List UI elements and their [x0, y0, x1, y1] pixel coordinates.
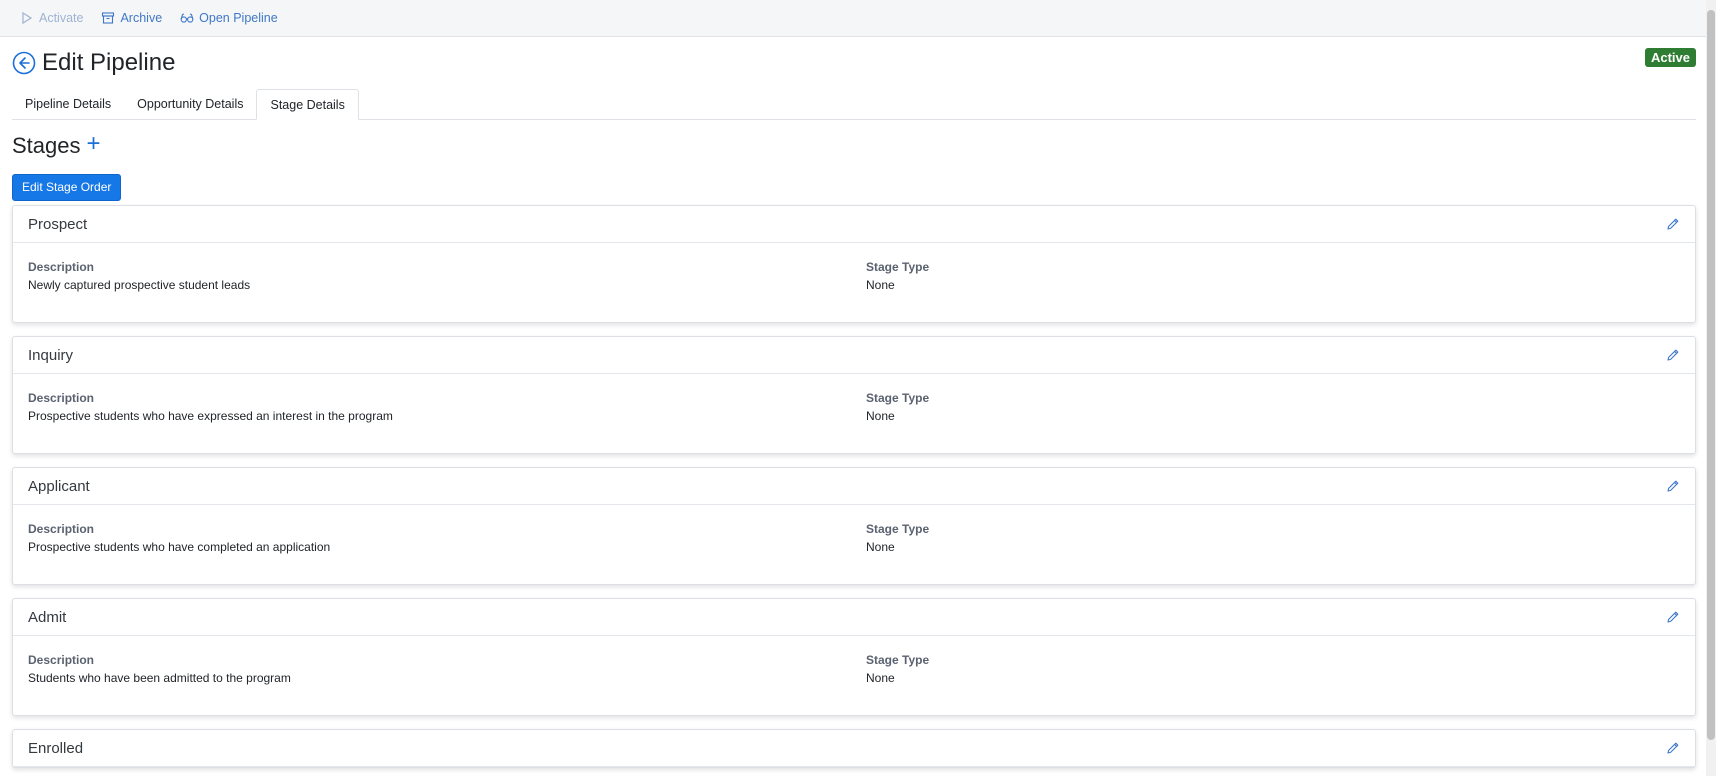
stage-name: Prospect — [28, 215, 88, 233]
stage-card: Prospect Description Newly captured pros… — [12, 205, 1696, 323]
description-field: Description Prospective students who hav… — [28, 522, 330, 554]
description-field: Description Prospective students who hav… — [28, 391, 393, 423]
stage-type-field: Stage Type None — [866, 522, 929, 554]
open-pipeline-label: Open Pipeline — [199, 11, 278, 25]
stage-card-header: Inquiry — [13, 337, 1695, 374]
stage-type-label: Stage Type — [866, 653, 930, 667]
description-label: Description — [28, 653, 95, 667]
stage-card: Admit Description Students who have been… — [12, 598, 1696, 716]
stage-card-body: Description Students who have been admit… — [13, 636, 1695, 715]
description-value: Prospective students who have expressed … — [28, 409, 393, 423]
activate-button[interactable]: Activate — [20, 11, 83, 25]
edit-stage-order-button[interactable]: Edit Stage Order — [12, 174, 122, 201]
stage-card-body: Description Newly captured prospective s… — [13, 243, 1695, 322]
add-stage-icon[interactable]: + — [87, 132, 101, 156]
stage-name: Inquiry — [28, 346, 74, 364]
page-title: Edit Pipeline — [42, 49, 176, 76]
description-label: Description — [28, 391, 95, 405]
stage-card-body: Description Prospective students who hav… — [13, 374, 1695, 453]
stage-card-header: Applicant — [13, 468, 1695, 505]
description-label: Description — [28, 260, 95, 274]
stages-header: Stages + — [12, 120, 1696, 172]
description-label: Description — [28, 522, 95, 536]
stage-type-field: Stage Type None — [866, 653, 929, 685]
archive-label: Archive — [120, 11, 163, 25]
stage-card: Applicant Description Prospective studen… — [12, 467, 1696, 585]
stage-type-field: Stage Type None — [866, 260, 929, 292]
action-toolbar: Activate Archive Open Pipeline — [0, 0, 1710, 37]
stage-card-body: Description Prospective students who hav… — [13, 505, 1695, 584]
pencil-icon[interactable] — [1666, 217, 1680, 231]
main-content: Edit Pipeline Active Pipeline Details Op… — [12, 37, 1696, 776]
tab-stage-details[interactable]: Stage Details — [256, 89, 359, 120]
stage-card: Enrolled — [12, 729, 1696, 768]
stage-type-field: Stage Type None — [866, 391, 929, 423]
description-value: Students who have been admitted to the p… — [28, 671, 291, 685]
description-value: Prospective students who have completed … — [28, 540, 331, 554]
glasses-icon — [180, 13, 194, 23]
scrollbar-thumb[interactable] — [1707, 10, 1715, 740]
stage-card-header: Enrolled — [13, 730, 1695, 767]
tab-opportunity-details[interactable]: Opportunity Details — [124, 88, 256, 119]
archive-button[interactable]: Archive — [101, 11, 162, 25]
status-badge: Active — [1644, 48, 1696, 67]
stage-type-value: None — [866, 409, 895, 423]
pencil-icon[interactable] — [1666, 479, 1680, 493]
description-value: Newly captured prospective student leads — [28, 278, 251, 292]
stage-type-value: None — [866, 671, 895, 685]
stage-list: Prospect Description Newly captured pros… — [12, 205, 1696, 768]
pencil-icon[interactable] — [1666, 741, 1680, 755]
stage-card: Inquiry Description Prospective students… — [12, 336, 1696, 454]
stage-type-label: Stage Type — [866, 260, 930, 274]
stage-card-header: Admit — [13, 599, 1695, 636]
pencil-icon[interactable] — [1666, 610, 1680, 624]
page-header: Edit Pipeline Active — [12, 37, 1696, 89]
play-icon — [22, 11, 33, 25]
description-field: Description Students who have been admit… — [28, 653, 291, 685]
archive-icon — [102, 12, 115, 24]
vertical-scrollbar[interactable] — [1706, 0, 1716, 776]
stage-name: Enrolled — [28, 739, 84, 757]
back-arrow-icon[interactable] — [12, 51, 36, 75]
stage-name: Applicant — [28, 477, 90, 495]
pencil-icon[interactable] — [1666, 348, 1680, 362]
stage-type-label: Stage Type — [866, 522, 930, 536]
description-field: Description Newly captured prospective s… — [28, 260, 250, 292]
stages-title: Stages — [12, 133, 81, 158]
stage-type-label: Stage Type — [866, 391, 930, 405]
activate-label: Activate — [39, 11, 84, 25]
open-pipeline-button[interactable]: Open Pipeline — [180, 11, 278, 25]
tab-bar: Pipeline Details Opportunity Details Sta… — [12, 89, 1696, 120]
stage-type-value: None — [866, 540, 895, 554]
stage-card-header: Prospect — [13, 206, 1695, 243]
stage-name: Admit — [28, 608, 67, 626]
tab-pipeline-details[interactable]: Pipeline Details — [12, 88, 124, 119]
stage-type-value: None — [866, 278, 895, 292]
